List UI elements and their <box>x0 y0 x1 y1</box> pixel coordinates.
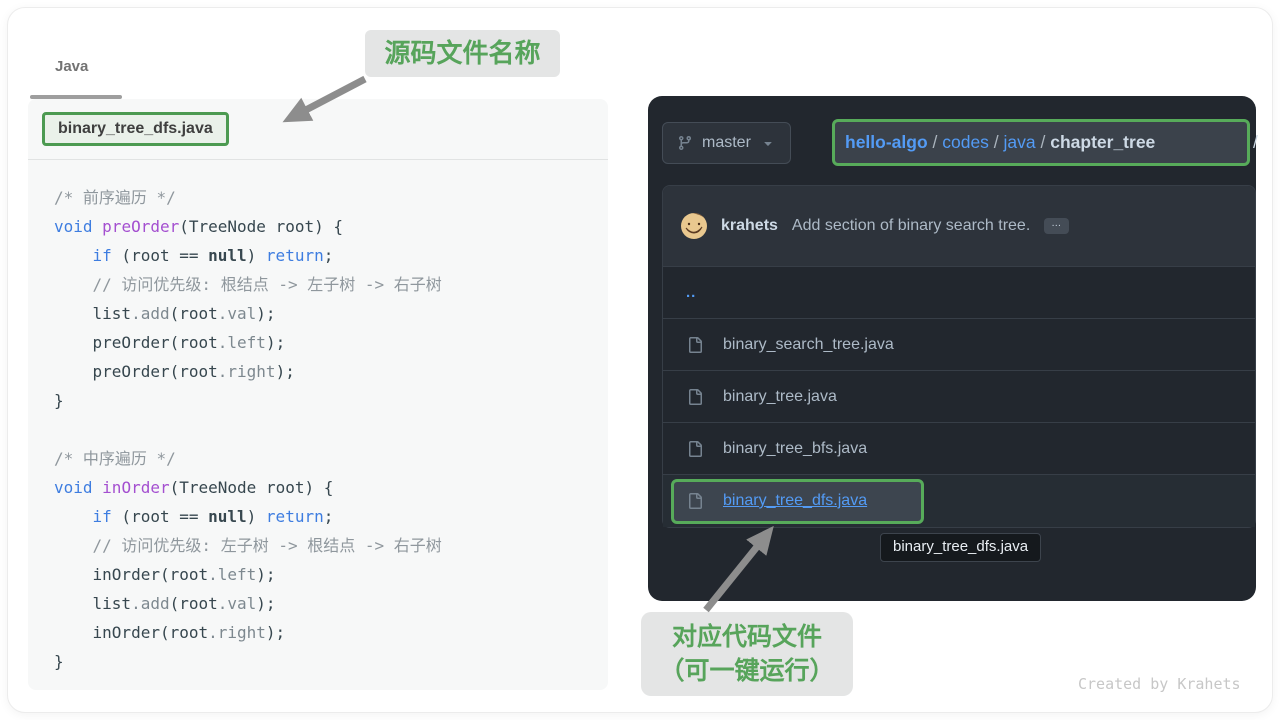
breadcrumb-segment: / <box>1036 132 1051 153</box>
commit-author-link[interactable]: krahets <box>721 217 778 235</box>
breadcrumb-segment: / <box>928 132 943 153</box>
annotation-code-file-label: 对应代码文件 （可一键运行） <box>641 612 853 696</box>
file-icon <box>687 389 703 405</box>
highlight-box[interactable]: binary_tree_dfs.java <box>671 479 924 524</box>
code-panel: binary_tree_dfs.java /* 前序遍历 */void preO… <box>28 99 608 690</box>
git-branch-icon <box>677 135 693 151</box>
code-block: /* 前序遍历 */void preOrder(TreeNode root) {… <box>28 160 608 676</box>
breadcrumb-segment[interactable]: chapter_tree <box>1050 132 1155 153</box>
breadcrumb-segment[interactable]: java <box>1004 132 1036 153</box>
file-row-parent[interactable]: .. <box>663 267 1255 319</box>
breadcrumb-trailing-slash: / <box>1253 132 1258 153</box>
branch-selector-button[interactable]: master <box>662 122 791 164</box>
code-line: preOrder(root.left); <box>54 328 598 357</box>
annotation-source-filename-label: 源码文件名称 <box>365 30 560 77</box>
commit-more-button[interactable]: … <box>1044 218 1069 234</box>
file-link[interactable]: binary_tree_dfs.java <box>723 492 867 510</box>
parent-directory-link[interactable]: .. <box>686 284 696 301</box>
tab-java[interactable]: Java <box>55 58 88 75</box>
code-line: } <box>54 647 598 676</box>
code-line: if (root == null) return; <box>54 502 598 531</box>
code-line: void inOrder(TreeNode root) { <box>54 473 598 502</box>
code-line: void preOrder(TreeNode root) { <box>54 212 598 241</box>
code-line <box>54 415 598 444</box>
annotation-code-file-line2: （可一键运行） <box>641 654 853 688</box>
file-list: .. binary_search_tree.java binary_tree.jav… <box>663 267 1255 527</box>
code-filename-strip: binary_tree_dfs.java <box>28 99 608 160</box>
github-file-browser: master hello-algo / codes / java / chapt… <box>648 96 1256 601</box>
file-link[interactable]: binary_tree_bfs.java <box>723 440 867 458</box>
code-line: // 访问优先级: 根结点 -> 左子树 -> 右子树 <box>54 270 598 299</box>
code-line: // 访问优先级: 左子树 -> 根结点 -> 右子树 <box>54 531 598 560</box>
code-line: inOrder(root.left); <box>54 560 598 589</box>
file-tooltip: binary_tree_dfs.java <box>880 533 1041 562</box>
code-line: if (root == null) return; <box>54 241 598 270</box>
breadcrumb-segment[interactable]: hello-algo <box>845 132 928 153</box>
file-row-highlighted[interactable]: binary_tree_dfs.java <box>663 475 1255 527</box>
file-icon <box>687 493 703 509</box>
breadcrumb-segment: / <box>989 132 1004 153</box>
file-row[interactable]: binary_search_tree.java <box>663 319 1255 371</box>
file-link[interactable]: binary_search_tree.java <box>723 336 894 354</box>
code-line: list.add(root.val); <box>54 299 598 328</box>
screenshot-canvas: Java binary_tree_dfs.java /* 前序遍历 */void… <box>0 0 1280 720</box>
file-icon <box>687 337 703 353</box>
chevron-down-icon <box>760 135 776 151</box>
footer-credit: Created by Krahets <box>1078 675 1241 693</box>
breadcrumb-segment[interactable]: codes <box>942 132 989 153</box>
annotation-code-file-line1: 对应代码文件 <box>641 620 853 654</box>
file-icon <box>687 441 703 457</box>
code-line: preOrder(root.right); <box>54 357 598 386</box>
breadcrumb[interactable]: hello-algo / codes / java / chapter_tree <box>832 119 1250 166</box>
file-row[interactable]: binary_tree_bfs.java <box>663 423 1255 475</box>
code-line: inOrder(root.right); <box>54 618 598 647</box>
branch-name: master <box>702 134 751 152</box>
latest-commit-row: krahets Add section of binary search tre… <box>663 186 1255 267</box>
commit-message[interactable]: Add section of binary search tree. <box>792 217 1030 235</box>
code-line: /* 中序遍历 */ <box>54 444 598 473</box>
code-line: list.add(root.val); <box>54 589 598 618</box>
code-line: } <box>54 386 598 415</box>
code-filename-badge: binary_tree_dfs.java <box>42 112 229 146</box>
code-line: /* 前序遍历 */ <box>54 183 598 212</box>
file-list-card: krahets Add section of binary search tre… <box>662 185 1256 528</box>
avatar[interactable] <box>681 213 707 239</box>
file-link[interactable]: binary_tree.java <box>723 388 837 406</box>
file-row[interactable]: binary_tree.java <box>663 371 1255 423</box>
